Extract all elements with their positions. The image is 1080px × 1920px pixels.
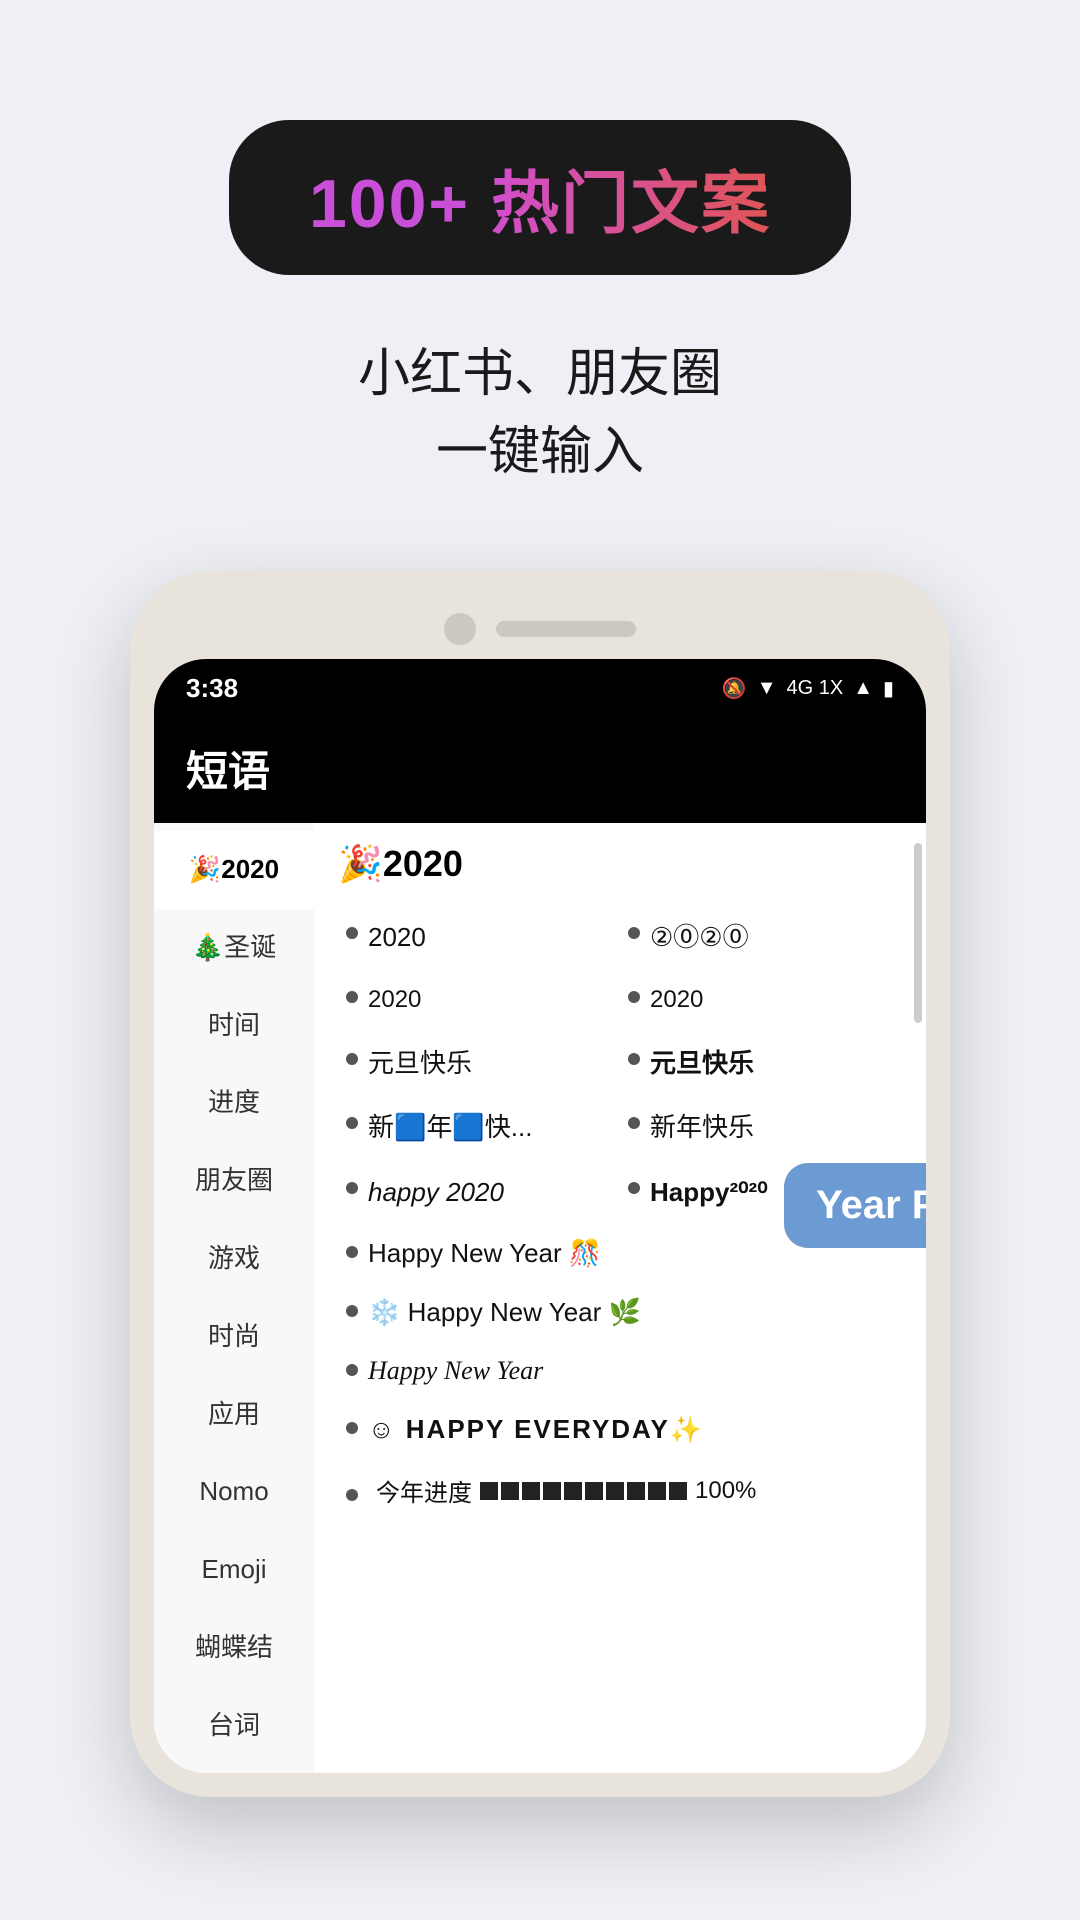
prog-block-5: [564, 1482, 582, 1500]
status-icons: 🔕 ▼ 4G 1X ▲ ▮: [722, 676, 894, 701]
sidebar-item-moments[interactable]: 朋友圈: [154, 1142, 314, 1220]
list-item-full[interactable]: Happy New Year: [338, 1342, 902, 1400]
list-item[interactable]: 元旦快乐: [620, 1031, 902, 1095]
sidebar-item-games[interactable]: 游戏: [154, 1220, 314, 1298]
speaker-bar: [496, 621, 636, 637]
bullet-icon: [346, 1053, 358, 1065]
sidebar-item-time[interactable]: 时间: [154, 987, 314, 1065]
phone-mockup: 3:38 🔕 ▼ 4G 1X ▲ ▮ 短语 🎉2020 🎄圣诞: [130, 571, 950, 1797]
sidebar-item-fashion[interactable]: 时尚: [154, 1298, 314, 1376]
sidebar-item-bowtie[interactable]: 蝴蝶结: [154, 1609, 314, 1687]
list-item[interactable]: 新🟦年🟦快...: [338, 1095, 620, 1159]
sidebar-item-progress[interactable]: 进度: [154, 1064, 314, 1142]
item-text-hny2: ❄️ Happy New Year 🌿: [368, 1297, 641, 1328]
main-content: 🎉2020 2020 ②⓪②⓪: [314, 823, 926, 1773]
prog-block-10: [669, 1482, 687, 1500]
item-text-small-alt: 2020: [650, 983, 703, 1017]
signal-icon: ▲: [853, 677, 873, 700]
phone-outer: 3:38 🔕 ▼ 4G 1X ▲ ▮ 短语 🎉2020 🎄圣诞: [130, 571, 950, 1797]
list-item[interactable]: 2020: [620, 969, 902, 1031]
subtitle-line2: 一键输入: [358, 413, 722, 491]
app-title: 短语: [186, 738, 894, 799]
bullet-icon: [346, 1117, 358, 1129]
sidebar-item-christmas[interactable]: 🎄圣诞: [154, 909, 314, 987]
prog-block-7: [606, 1482, 624, 1500]
progress-blocks: [480, 1482, 687, 1500]
item-text-newyear1: 新🟦年🟦快...: [368, 1109, 532, 1145]
bullet-icon: [628, 1053, 640, 1065]
prog-block-3: [522, 1482, 540, 1500]
bullet-icon: [628, 1117, 640, 1129]
badge-number: 100+: [309, 166, 470, 242]
item-text-happy-everyday: ☺ HAPPY EVERYDAY✨: [368, 1414, 704, 1445]
item-text-yuandan-bold: 元旦快乐: [650, 1045, 754, 1081]
section-title: 🎉2020: [338, 843, 902, 885]
sidebar-item-lines[interactable]: 台词: [154, 1687, 314, 1765]
badge-pill: 100+ 热门文案: [229, 120, 851, 275]
tooltip-text: Year Pr: [816, 1183, 926, 1227]
scrollbar[interactable]: [914, 843, 922, 1023]
bell-mute-icon: 🔕: [722, 676, 747, 701]
bullet-icon: [346, 991, 358, 1003]
bullet-icon: [346, 1305, 358, 1317]
item-text-happy-italic: happy 2020: [368, 1174, 504, 1210]
sidebar-item-2020[interactable]: 🎉2020: [154, 831, 314, 909]
list-item[interactable]: 新年快乐: [620, 1095, 902, 1159]
sidebar-item-emoji[interactable]: Emoji: [154, 1531, 314, 1609]
phone-screen: 3:38 🔕 ▼ 4G 1X ▲ ▮ 短语 🎉2020 🎄圣诞: [154, 659, 926, 1773]
progress-label: 今年进度: [376, 1473, 472, 1508]
list-item-full[interactable]: ❄️ Happy New Year 🌿: [338, 1283, 902, 1342]
bullet-icon: [346, 1489, 358, 1501]
list-item[interactable]: 2020: [338, 969, 620, 1031]
list-item-full[interactable]: ☺ HAPPY EVERYDAY✨: [338, 1400, 902, 1459]
bullet-icon: [346, 1422, 358, 1434]
prog-block-1: [480, 1482, 498, 1500]
app-header: 短语: [154, 718, 926, 823]
item-text-happy-bold: Happy²⁰²⁰: [650, 1174, 768, 1210]
tooltip-bubble: Year Pr: [784, 1163, 926, 1248]
status-time: 3:38: [186, 673, 238, 704]
status-bar: 3:38 🔕 ▼ 4G 1X ▲ ▮: [154, 659, 926, 718]
item-text-yuandan: 元旦快乐: [368, 1045, 472, 1081]
prog-block-2: [501, 1482, 519, 1500]
list-item[interactable]: ②⓪②⓪: [620, 905, 902, 969]
progress-row: 今年进度 100%: [338, 1459, 902, 1522]
bullet-icon: [628, 1182, 640, 1194]
item-text-hny1: Happy New Year 🎊: [368, 1238, 601, 1269]
app-body: 🎉2020 🎄圣诞 时间 进度 朋友圈 游戏 时尚 应用 Nomo Emoji …: [154, 823, 926, 1773]
camera-circle: [444, 613, 476, 645]
bullet-icon: [346, 927, 358, 939]
subtitle: 小红书、朋友圈 一键输入: [358, 335, 722, 491]
bullet-icon: [346, 1246, 358, 1258]
bullet-icon: [628, 927, 640, 939]
prog-block-8: [627, 1482, 645, 1500]
sidebar-item-nomo[interactable]: Nomo: [154, 1453, 314, 1531]
list-item[interactable]: 元旦快乐: [338, 1031, 620, 1095]
list-item[interactable]: happy 2020: [338, 1160, 620, 1224]
badge-label: 热门文案: [491, 166, 771, 242]
sidebar: 🎉2020 🎄圣诞 时间 进度 朋友圈 游戏 时尚 应用 Nomo Emoji …: [154, 823, 314, 1773]
prog-block-9: [648, 1482, 666, 1500]
bullet-icon: [346, 1182, 358, 1194]
sidebar-item-apps[interactable]: 应用: [154, 1376, 314, 1454]
item-text-small: 2020: [368, 983, 421, 1017]
item-text: 2020: [368, 919, 426, 955]
bullet-icon: [346, 1364, 358, 1376]
item-text-newyear2: 新年快乐: [650, 1109, 754, 1145]
prog-block-4: [543, 1482, 561, 1500]
item-text-hny-cursive: Happy New Year: [368, 1356, 543, 1386]
network-icon: 4G 1X: [786, 677, 843, 700]
list-item[interactable]: 2020: [338, 905, 620, 969]
wifi-icon: ▼: [757, 677, 777, 700]
battery-icon: ▮: [883, 676, 894, 701]
prog-block-6: [585, 1482, 603, 1500]
top-section: 100+ 热门文案 小红书、朋友圈 一键输入: [0, 0, 1080, 491]
subtitle-line1: 小红书、朋友圈: [358, 335, 722, 413]
progress-percent: 100%: [695, 1477, 756, 1505]
camera-area: [154, 595, 926, 659]
item-text-circled: ②⓪②⓪: [650, 919, 749, 955]
bullet-icon: [628, 991, 640, 1003]
